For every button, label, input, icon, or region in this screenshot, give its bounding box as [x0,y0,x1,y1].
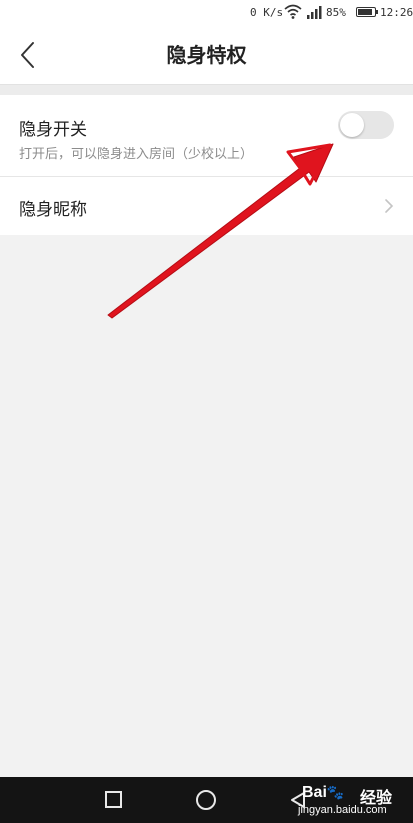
nickname-title: 隐身昵称 [19,200,87,220]
wifi-icon [284,4,302,24]
page-title: 隐身特权 [166,43,247,67]
watermark-logo: Bai🐾 [302,784,345,801]
net-speed: 0 K/s [250,6,284,19]
signal-icon [306,5,324,23]
baidu-watermark: Bai🐾 经验 jingyan.baidu.com [292,782,412,820]
switch-knob [340,113,364,137]
recent-apps-icon[interactable] [105,791,122,808]
invisible-switch[interactable] [338,111,394,139]
back-button[interactable] [12,37,48,73]
battery-percent: 85% [326,6,346,19]
nav-bar: 隐身特权 [0,26,413,84]
toggle-subtitle: 打开后，可以隐身进入房间（少校以上） [19,147,254,162]
invisible-toggle-row: 隐身开关 打开后，可以隐身进入房间（少校以上） [0,95,413,177]
invisible-nickname-row[interactable]: 隐身昵称 [0,177,413,235]
chevron-left-icon [21,42,34,68]
section-gap [0,84,413,95]
chevron-right-icon [385,199,394,213]
clock: 12:26 [380,6,413,19]
toggle-title: 隐身开关 [19,120,87,140]
battery-icon [356,7,378,17]
status-bar: 0 K/s 85% 12:26 [0,0,413,26]
watermark-url: jingyan.baidu.com [298,804,387,816]
home-icon[interactable] [196,790,216,810]
